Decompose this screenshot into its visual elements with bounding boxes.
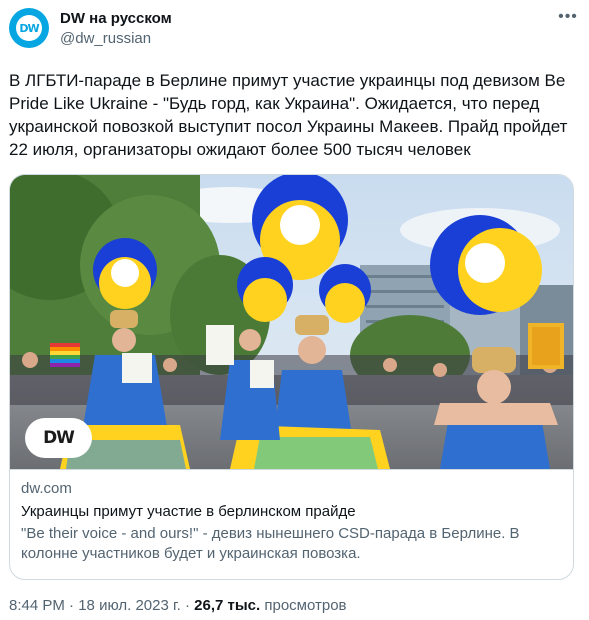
views-label: просмотров [264,597,347,614]
card-body[interactable]: dw.com Украинцы примут участие в берлинс… [10,469,573,579]
card-description: "Be their voice - and ours!" - девиз нын… [21,525,520,562]
meta-separator: · [69,597,75,614]
card-image[interactable]: DW [10,175,573,469]
more-horizontal-icon[interactable]: ••• [555,8,581,30]
account-avatar[interactable]: DW [9,8,49,48]
tweet-time[interactable]: 8:44 PM [9,597,65,614]
tweet-header: DW DW на русском @dw_russian ••• [9,8,581,56]
tweet-meta: 8:44 PM · 18 июл. 2023 г. · 26,7 тыс. пр… [9,597,347,614]
card-title[interactable]: Украинцы примут участие в берлинском пра… [21,503,356,520]
meta-separator: · [184,597,190,614]
link-card[interactable]: DW dw.com Украинцы примут участие в берл… [9,174,574,580]
dw-watermark-logo: DW [25,418,92,458]
parade-photo [10,175,573,469]
dw-logo-icon: DW [16,15,42,41]
card-domain: dw.com [21,480,72,497]
views-count: 26,7 тыс. [194,597,261,614]
tweet-date[interactable]: 18 июл. 2023 г. [78,597,181,614]
account-handle[interactable]: @dw_russian [60,30,151,47]
tweet-text: В ЛГБТИ-параде в Берлине примут участие … [9,71,568,159]
account-name[interactable]: DW на русском [60,10,172,27]
